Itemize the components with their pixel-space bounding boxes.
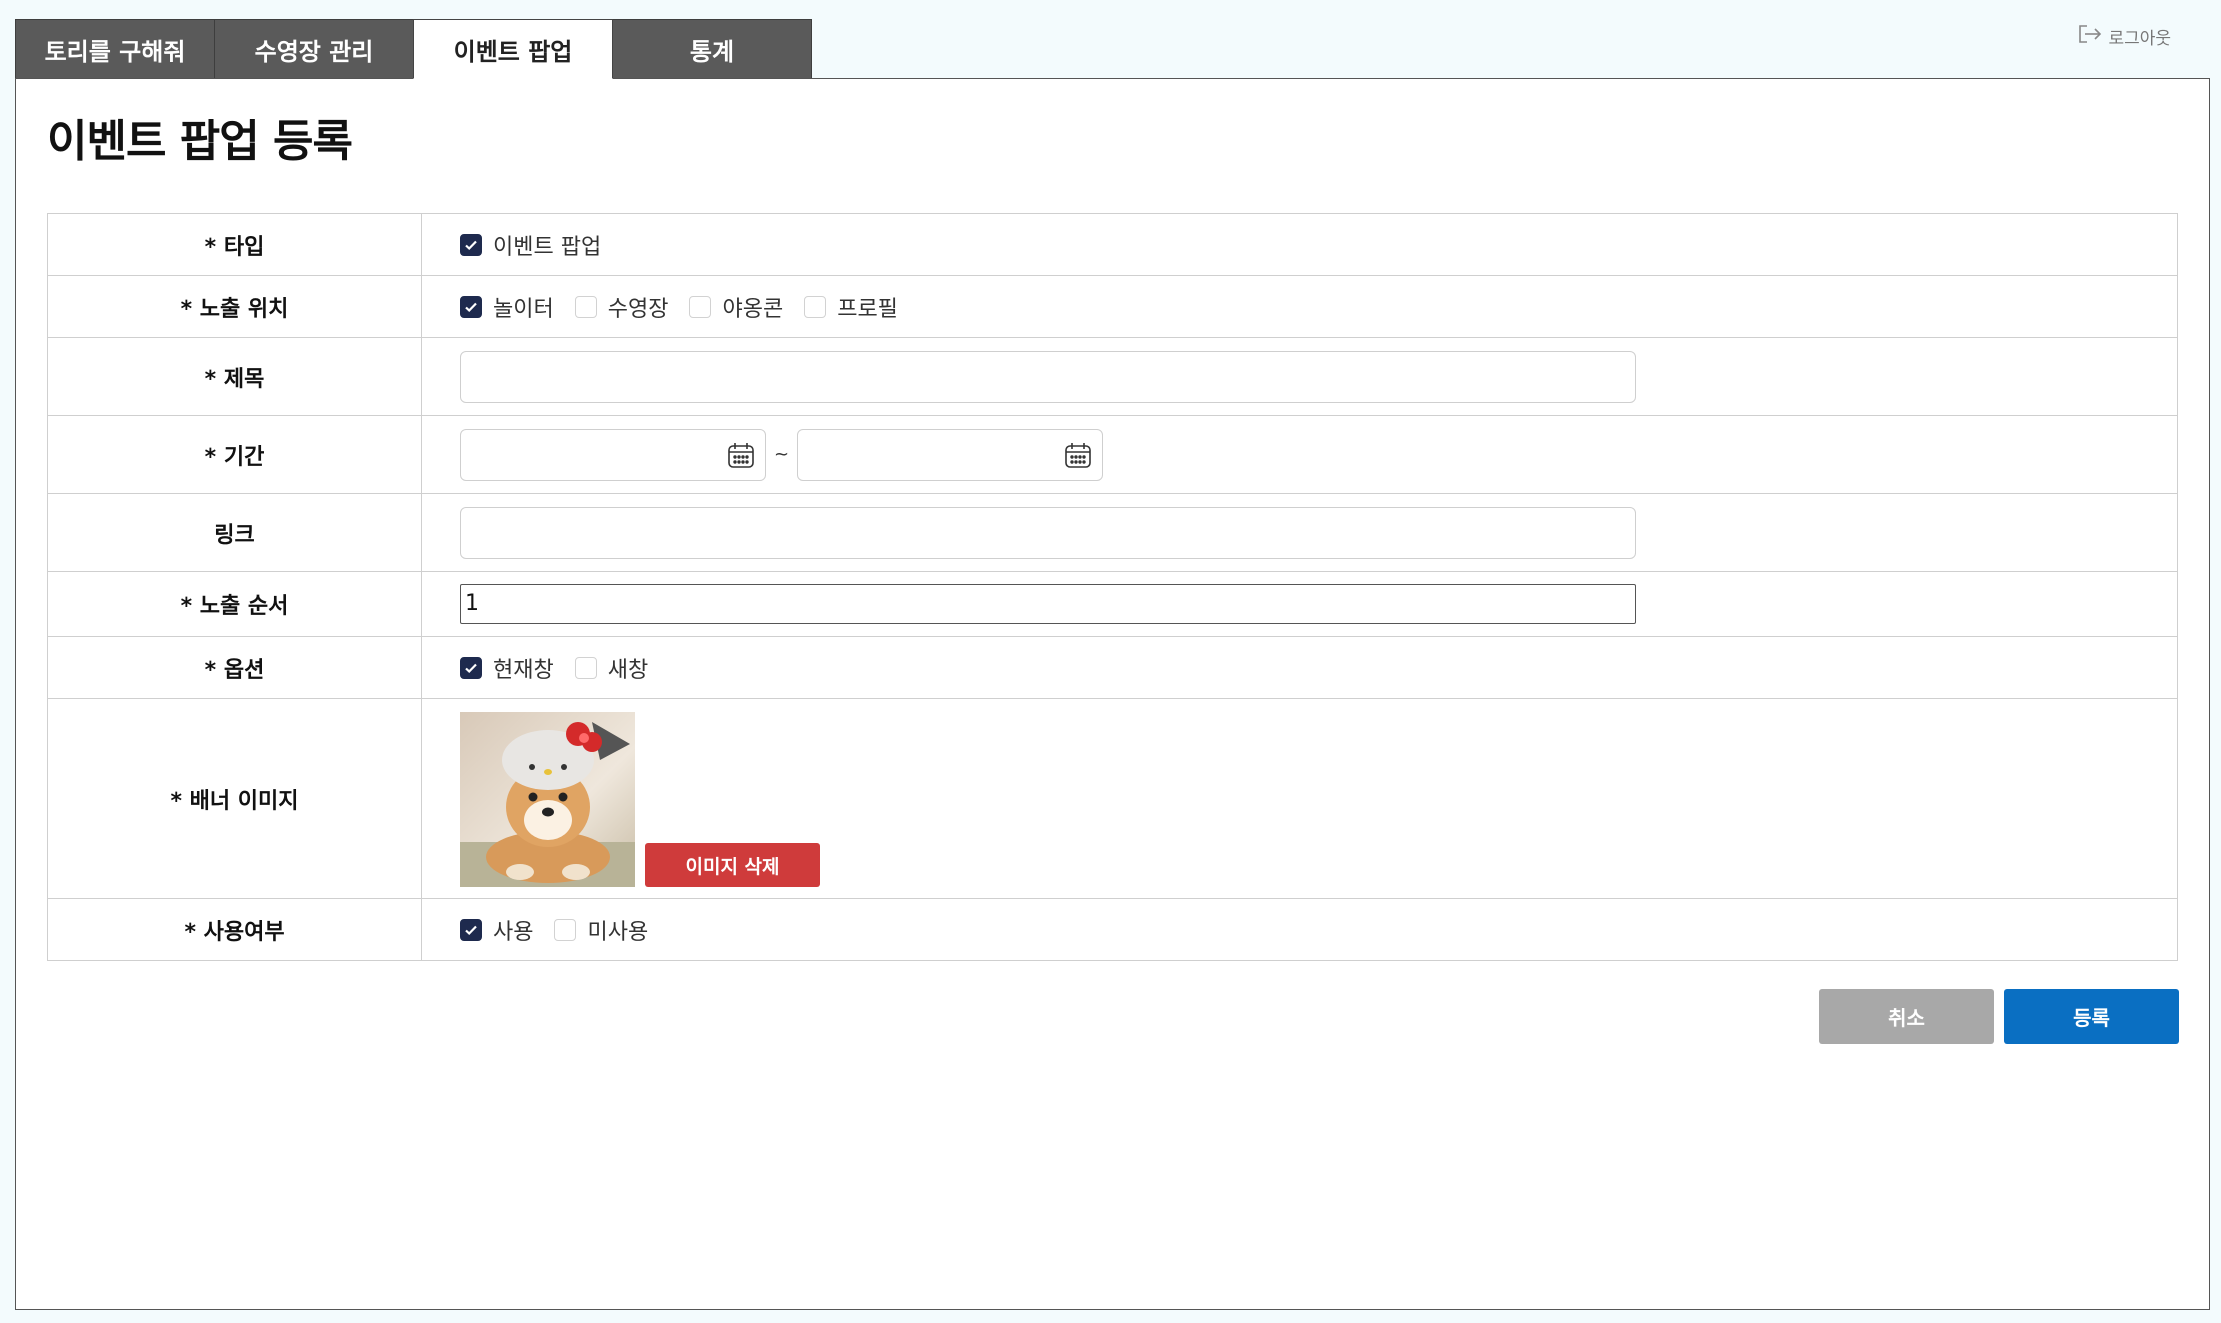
- end-date-input[interactable]: [797, 428, 1104, 481]
- option-label: 미사용: [587, 919, 649, 945]
- option-label: * 옵션: [47, 636, 422, 699]
- banner-image-dog: [460, 712, 635, 887]
- checkbox-checked[interactable]: [460, 918, 482, 941]
- usage-option-use[interactable]: 사용: [460, 914, 533, 946]
- start-date-input[interactable]: [460, 428, 766, 481]
- main-panel: 이벤트 팝업 등록 * 타입 이벤트 팝업 * 노출 위치 놀이터 수영장 야옹…: [15, 78, 2210, 1310]
- checkbox-checked[interactable]: [460, 295, 482, 318]
- tab-tori[interactable]: 토리를 구해줘: [15, 19, 215, 79]
- row-title: * 제목: [47, 337, 2178, 416]
- title-input[interactable]: [460, 350, 1636, 403]
- row-option: * 옵션 현재창 새창: [47, 636, 2178, 699]
- link-label: 링크: [47, 493, 422, 572]
- page-title: 이벤트 팝업 등록: [47, 116, 353, 167]
- location-option-profile[interactable]: 프로필: [804, 291, 898, 323]
- row-usage: * 사용여부 사용 미사용: [47, 898, 2178, 961]
- date-separator: ~: [774, 444, 790, 465]
- checkbox-checked[interactable]: [460, 233, 482, 256]
- option-label: 새창: [607, 657, 649, 683]
- option-label: 프로필: [837, 296, 898, 322]
- type-label: * 타입: [47, 213, 422, 276]
- option-label: 야옹콘: [722, 296, 784, 322]
- top-tabs: 토리를 구해줘 수영장 관리 이벤트 팝업 통계: [15, 19, 812, 79]
- delete-image-button[interactable]: 이미지 삭제: [645, 843, 820, 887]
- option-label: 이벤트 팝업: [493, 234, 602, 260]
- row-link: 링크: [47, 493, 2178, 572]
- option-label: 현재창: [493, 657, 554, 683]
- checkbox[interactable]: [574, 295, 597, 318]
- submit-button[interactable]: 등록: [2004, 989, 2179, 1044]
- event-popup-form: * 타입 이벤트 팝업 * 노출 위치 놀이터 수영장 야옹콘 프로필 * 제목…: [47, 213, 2178, 961]
- checkbox[interactable]: [574, 656, 597, 679]
- logout-button[interactable]: 로그아웃: [2078, 24, 2171, 49]
- row-type: * 타입 이벤트 팝업: [47, 213, 2178, 276]
- tab-statistics[interactable]: 통계: [612, 19, 812, 79]
- option-new-window[interactable]: 새창: [574, 652, 649, 684]
- option-label: 사용: [493, 919, 534, 945]
- row-exposure-location: * 노출 위치 놀이터 수영장 야옹콘 프로필: [47, 275, 2178, 338]
- usage-option-unused[interactable]: 미사용: [554, 914, 648, 946]
- option-label: 수영장: [607, 296, 669, 322]
- order-input[interactable]: 1: [460, 584, 1636, 624]
- checkbox[interactable]: [689, 295, 712, 318]
- location-option-pool[interactable]: 수영장: [574, 291, 669, 323]
- logout-icon: [2078, 24, 2102, 49]
- location-option-playground[interactable]: 놀이터: [460, 291, 554, 323]
- period-label: * 기간: [47, 415, 422, 494]
- banner-label: * 배너 이미지: [47, 698, 422, 899]
- row-order: * 노출 순서 1: [47, 571, 2178, 637]
- checkbox[interactable]: [554, 918, 577, 941]
- checkbox[interactable]: [804, 295, 827, 318]
- title-label: * 제목: [47, 337, 422, 416]
- usage-label: * 사용여부: [47, 898, 422, 961]
- cancel-button[interactable]: 취소: [1819, 989, 1994, 1044]
- calendar-icon[interactable]: [1064, 441, 1092, 475]
- tab-event-popup[interactable]: 이벤트 팝업: [413, 19, 613, 79]
- location-option-yaongcon[interactable]: 야옹콘: [689, 291, 783, 323]
- logout-label: 로그아웃: [2108, 29, 2171, 49]
- checkbox-checked[interactable]: [460, 656, 482, 679]
- option-current-window[interactable]: 현재창: [460, 652, 554, 684]
- row-period: * 기간 ~: [47, 415, 2178, 494]
- option-label: 놀이터: [493, 296, 554, 322]
- row-banner: * 배너 이미지 이미지 삭제: [47, 698, 2178, 899]
- calendar-icon[interactable]: [727, 441, 755, 475]
- exposure-location-label: * 노출 위치: [47, 275, 422, 338]
- link-input[interactable]: [460, 506, 1636, 559]
- type-option-event-popup[interactable]: 이벤트 팝업: [460, 229, 601, 261]
- tab-pool-management[interactable]: 수영장 관리: [214, 19, 414, 79]
- order-label: * 노출 순서: [47, 571, 422, 637]
